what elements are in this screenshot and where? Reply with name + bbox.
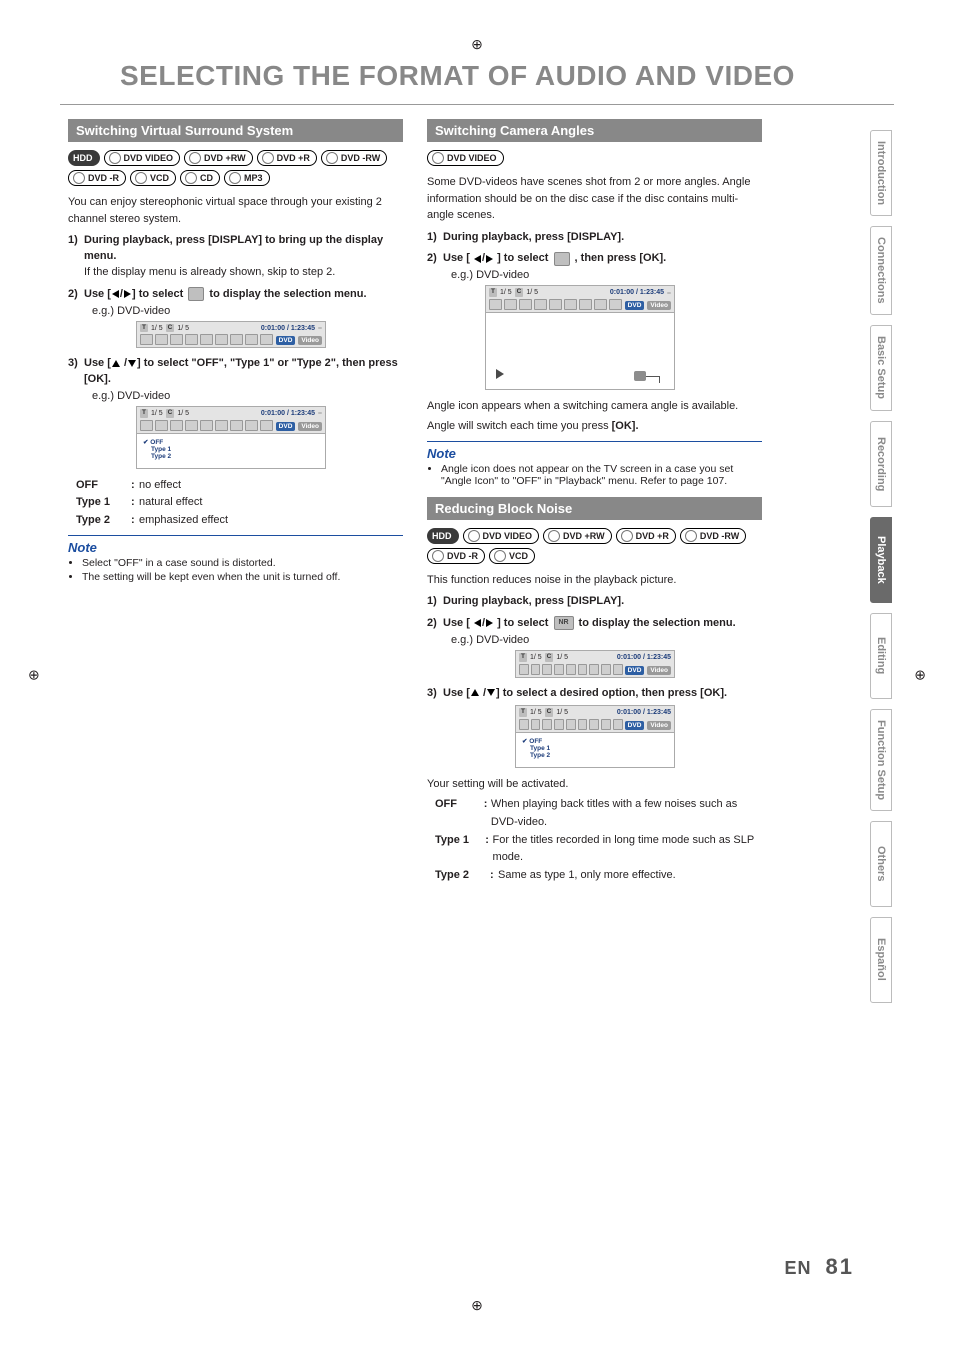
badge-hdd: HDD [427, 528, 459, 544]
badge-dvd-mrw: DVD -RW [321, 150, 387, 166]
down-arrow-icon [487, 689, 495, 696]
badge-mp3: MP3 [224, 170, 270, 186]
example-label: e.g.) DVD-video [92, 305, 403, 317]
badge-dvd-mrw: DVD -RW [680, 528, 746, 544]
badge-vcd: VCD [489, 548, 535, 564]
badge-dvd-mr: DVD -R [427, 548, 485, 564]
page-title: SELECTING THE FORMAT OF AUDIO AND VIDEO [120, 60, 894, 92]
example-label: e.g.) DVD-video [92, 390, 403, 402]
nr-icon: NR [554, 616, 574, 630]
left-arrow-icon [474, 619, 481, 627]
up-arrow-icon [112, 360, 120, 367]
down-arrow-icon [128, 360, 136, 367]
note-list: Select "OFF" in a case sound is distorte… [68, 557, 403, 583]
disc-icon [189, 152, 201, 164]
left-column: Switching Virtual Surround System HDD DV… [68, 115, 403, 890]
tab-editing[interactable]: Editing [870, 613, 892, 699]
step-3: 3)Use [ /] to select a desired option, t… [427, 686, 762, 702]
camera-angle-icon [554, 252, 570, 266]
surround-icon [188, 287, 204, 301]
right-arrow-icon [486, 619, 493, 627]
format-badges: HDD DVD VIDEO DVD +RW DVD +R DVD -RW DVD… [427, 528, 762, 564]
disc-icon [185, 172, 197, 184]
disc-icon [262, 152, 274, 164]
section-header-vss: Switching Virtual Surround System [68, 119, 403, 142]
options-list: OFF:When playing back titles with a few … [435, 796, 762, 884]
tab-others[interactable]: Others [870, 821, 892, 907]
title-icon: T [140, 324, 148, 333]
print-crop-mark: ⊕ [471, 36, 483, 53]
intro-text: This function reduces noise in the playb… [427, 572, 762, 589]
osd-display-nr2: T1/ 5 C1/ 5 0:01:00 / 1:23:45 DVDVideo ✔… [515, 705, 675, 768]
badge-dvd-video: DVD VIDEO [427, 150, 504, 166]
step-2: 2)Use [/] to select to display the selec… [68, 287, 403, 303]
tab-recording[interactable]: Recording [870, 421, 892, 507]
angle-indicator-icon [634, 371, 646, 381]
osd-display-angle: T1/ 5 C1/ 5 0:01:00 / 1:23:45 DVDVideo [485, 285, 675, 390]
format-badges: HDD DVD VIDEO DVD +RW DVD +R DVD -RW DVD… [68, 150, 403, 186]
osd-display-1: T1/ 5 C1/ 5 0:01:00 / 1:23:45 DVDVideo [136, 321, 326, 349]
tab-espanol[interactable]: Español [870, 917, 892, 1003]
options-list: OFF:no effect Type 1:natural effect Type… [76, 477, 403, 530]
tab-basic-setup[interactable]: Basic Setup [870, 325, 892, 411]
page-number: EN81 [785, 1254, 855, 1280]
note-heading: Note [427, 446, 762, 461]
body-text: Angle icon appears when a switching came… [427, 398, 762, 415]
badge-vcd: VCD [130, 170, 176, 186]
intro-text: You can enjoy stereophonic virtual space… [68, 194, 403, 227]
chapter-icon: C [166, 324, 175, 333]
badge-hdd: HDD [68, 150, 100, 166]
badge-dvd-prw: DVD +RW [543, 528, 612, 544]
note-list: Angle icon does not appear on the TV scr… [427, 463, 762, 487]
body-text: Your setting will be activated. [427, 776, 762, 793]
tab-introduction[interactable]: Introduction [870, 130, 892, 216]
badge-dvd-pr: DVD +R [257, 150, 317, 166]
badge-cd: CD [180, 170, 220, 186]
print-crop-mark: ⊕ [471, 1297, 483, 1314]
section-header-angles: Switching Camera Angles [427, 119, 762, 142]
step-1: 1)During playback, press [DISPLAY] to br… [68, 233, 403, 281]
example-label: e.g.) DVD-video [451, 634, 762, 646]
step-3: 3)Use [ /] to select "OFF", "Type 1" or … [68, 356, 403, 388]
side-tabs: Introduction Connections Basic Setup Rec… [870, 130, 892, 1003]
note-heading: Note [68, 540, 403, 555]
play-icon [496, 369, 504, 379]
disc-icon [326, 152, 338, 164]
tab-connections[interactable]: Connections [870, 226, 892, 315]
disc-icon [432, 152, 444, 164]
print-crop-mark: ⊕ [28, 667, 40, 684]
badge-dvd-prw: DVD +RW [184, 150, 253, 166]
up-arrow-icon [471, 689, 479, 696]
badge-dvd-mr: DVD -R [68, 170, 126, 186]
tab-playback[interactable]: Playback [870, 517, 892, 603]
intro-text: Some DVD-videos have scenes shot from 2 … [427, 174, 762, 224]
osd-display-2: T1/ 5 C1/ 5 0:01:00 / 1:23:45 DVDVideo ✔… [136, 406, 326, 469]
tab-function-setup[interactable]: Function Setup [870, 709, 892, 811]
right-arrow-icon [124, 290, 131, 298]
left-arrow-icon [112, 290, 119, 298]
left-arrow-icon [474, 255, 481, 263]
title-rule [60, 104, 894, 105]
step-1: 1)During playback, press [DISPLAY]. [427, 594, 762, 610]
disc-icon [135, 172, 147, 184]
right-arrow-icon [486, 255, 493, 263]
section-header-noise: Reducing Block Noise [427, 497, 762, 520]
print-crop-mark: ⊕ [914, 667, 926, 684]
badge-dvd-pr: DVD +R [616, 528, 676, 544]
disc-icon [109, 152, 121, 164]
badge-dvd-video: DVD VIDEO [104, 150, 181, 166]
step-1: 1)During playback, press [DISPLAY]. [427, 230, 762, 246]
step-2: 2)Use [ / ] to select NR to display the … [427, 616, 762, 632]
example-label: e.g.) DVD-video [451, 269, 762, 281]
badge-dvd-video: DVD VIDEO [463, 528, 540, 544]
step-2: 2)Use [ / ] to select , then press [OK]. [427, 251, 762, 267]
osd-display-nr1: T1/ 5 C1/ 5 0:01:00 / 1:23:45 DVDVideo [515, 650, 675, 678]
right-column: Switching Camera Angles DVD VIDEO Some D… [427, 115, 762, 890]
angle-icon [318, 327, 322, 329]
body-text: Angle will switch each time you press [O… [427, 418, 762, 435]
disc-icon [229, 172, 241, 184]
disc-icon [73, 172, 85, 184]
